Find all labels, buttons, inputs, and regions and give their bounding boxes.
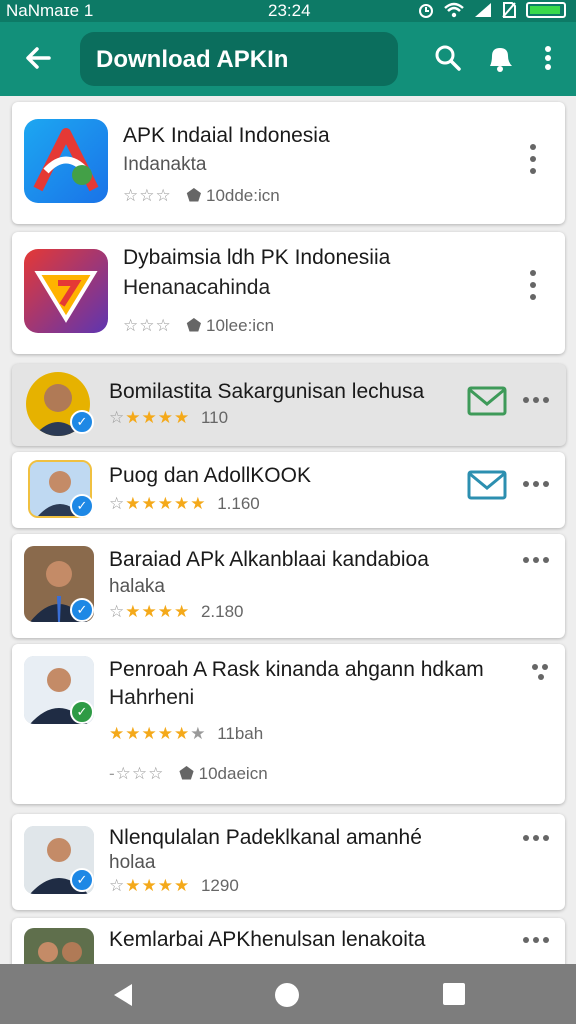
star-rating: ☆★★★★	[109, 876, 191, 895]
item-menu-icon[interactable]	[523, 396, 549, 404]
search-icon[interactable]	[430, 40, 466, 76]
rating-text: 10dde:icn	[205, 186, 280, 205]
back-triangle-icon[interactable]	[110, 982, 136, 1008]
mail-icon[interactable]	[467, 386, 507, 416]
item-menu-icon[interactable]	[523, 556, 549, 564]
item-menu-icon[interactable]	[523, 142, 543, 182]
verified-badge-icon: ✓	[70, 410, 94, 434]
item-subtitle: holaa	[109, 852, 156, 873]
verified-badge-icon: ✓	[70, 494, 94, 518]
list-item[interactable]: ✓ Nlenqulalan Padeklkanal amanhé holaa ☆…	[12, 814, 565, 910]
item-title: Dybaimsia ldh PK Indonesiia	[123, 246, 391, 269]
verified-badge-icon: ✓	[70, 700, 94, 724]
app-bar: Download APKIn	[0, 22, 576, 96]
item-title: Baraiad APk Alkanblaai kandabioa	[109, 548, 429, 571]
rating-text: 1.160	[217, 494, 260, 513]
list-item[interactable]: ✓ Baraiad APk Alkanblaai kandabioa halak…	[12, 534, 565, 638]
item-title: Puog dan AdollKOOK	[109, 464, 311, 487]
star-rating: ☆★★★★★	[109, 494, 207, 513]
list-item[interactable]: ✓ Puog dan AdollKOOK ☆★★★★★ 1.160	[12, 452, 565, 528]
carrier-name: NaNmaɪe 1	[6, 1, 94, 20]
item-title: Kemlarbai APKhenulsan lenakoita	[109, 928, 426, 951]
rating-row: ☆★★★★ 2.180	[109, 602, 244, 622]
list-item[interactable]: ✓ Bomilastita Sakargunisan lechusa ☆★★★★…	[12, 364, 566, 446]
rating-text: 110	[200, 408, 229, 427]
download-icon: ⬟	[186, 316, 202, 335]
item-menu-icon[interactable]	[523, 268, 543, 308]
item-title: Nlenqulalan Padeklkanal amanhé	[109, 826, 422, 849]
rating-row: ☆★★★★ 1290	[109, 876, 239, 896]
rating-text: 2.180	[200, 602, 244, 621]
app-icon	[24, 249, 108, 333]
avatar	[24, 928, 94, 964]
item-title: Penroah A Rask kinanda ahgann hdkam	[109, 658, 484, 681]
more-vert-icon[interactable]	[530, 40, 566, 76]
rating-text: 1290	[200, 876, 239, 895]
arrow-left-icon[interactable]	[20, 40, 56, 76]
wifi-icon	[444, 2, 464, 18]
alarm-icon	[419, 4, 433, 18]
rating-row: ☆☆☆ ⬟ 10lee:icn	[123, 316, 274, 336]
item-subtitle: Henanacahinda	[123, 276, 271, 299]
rating-row: ☆★★★★★ 1.160	[109, 494, 260, 514]
list-item[interactable]: ✓ Penroah A Rask kinanda ahgann hdkam Ha…	[12, 644, 565, 804]
list-item[interactable]: APK Indaial Indonesia Indanakta ☆☆☆ ⬟ 10…	[12, 102, 565, 224]
rating-text: 11bah	[217, 724, 264, 743]
rating-row: ☆☆☆ ⬟ 10dde:icn	[123, 186, 280, 206]
star-rating: -☆☆☆	[109, 764, 165, 783]
rating-row: ★★★★★★ 11bah	[109, 724, 263, 744]
item-menu-icon[interactable]	[523, 936, 549, 944]
item-title: Bomilastita Sakargunisan lechusa	[109, 380, 425, 403]
star-rating: ☆☆☆	[123, 316, 172, 335]
item-menu-icon[interactable]	[523, 834, 549, 842]
item-title: APK Indaial Indonesia	[123, 124, 330, 147]
app-icon	[24, 119, 108, 203]
download-icon: ⬟	[179, 764, 194, 783]
home-circle-icon[interactable]	[274, 982, 300, 1008]
star-rating: ☆★★★★	[109, 408, 191, 427]
mail-icon[interactable]	[467, 470, 507, 500]
star-rating: ★★★★★★	[109, 724, 207, 743]
item-menu-icon[interactable]	[523, 480, 549, 488]
notification-bell-icon[interactable]	[482, 40, 518, 76]
status-bar: NaNmaɪe 1 23:24	[0, 0, 576, 22]
item-subtitle: Hahrheni	[109, 686, 195, 709]
system-nav-bar	[0, 964, 576, 1024]
list-item[interactable]: Dybaimsia ldh PK Indonesiia Henanacahind…	[12, 232, 565, 354]
no-sim-icon	[502, 2, 516, 18]
item-menu-icon[interactable]	[528, 662, 548, 702]
star-rating: ☆★★★★	[109, 602, 191, 621]
item-subtitle: halaka	[109, 576, 165, 597]
status-time: 23:24	[268, 1, 311, 20]
rating-row: ☆★★★★ 110	[109, 408, 228, 428]
download-icon: ⬟	[186, 186, 202, 205]
rating-text: 10daeicn	[198, 764, 268, 783]
battery-icon	[526, 2, 566, 18]
star-rating: ☆☆☆	[123, 186, 172, 205]
verified-badge-icon: ✓	[70, 868, 94, 892]
signal-icon	[475, 3, 491, 17]
item-subtitle: Indanakta	[123, 154, 207, 175]
rating-text: 10lee:icn	[205, 316, 275, 335]
page-title: Download APKIn	[80, 32, 398, 86]
list-item[interactable]: Kemlarbai APKhenulsan lenakoita	[12, 918, 565, 964]
rating-row-secondary: -☆☆☆ ⬟ 10daeicn	[109, 764, 268, 784]
app-list: APK Indaial Indonesia Indanakta ☆☆☆ ⬟ 10…	[0, 96, 576, 964]
recents-square-icon[interactable]	[442, 982, 466, 1006]
verified-badge-icon: ✓	[70, 598, 94, 622]
